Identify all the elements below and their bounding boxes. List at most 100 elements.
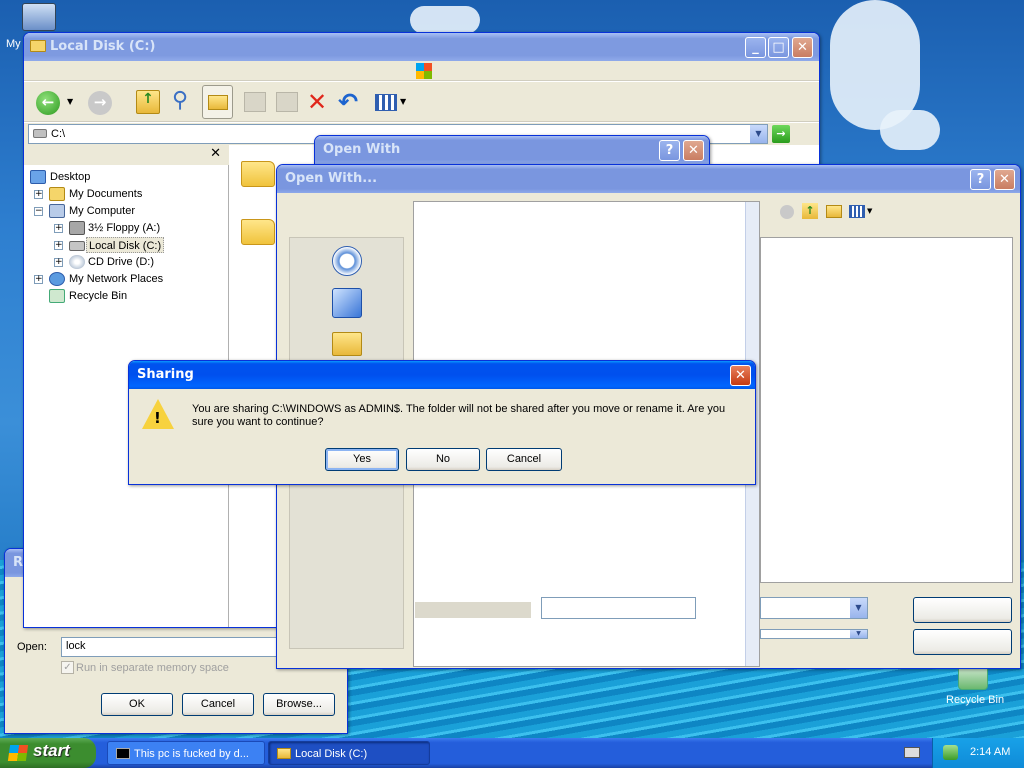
delete-icon[interactable]: ✕ (307, 88, 327, 116)
file-type-select-2[interactable]: ▼ (760, 629, 868, 639)
tree-item-recycle-bin[interactable]: Recycle Bin (69, 288, 127, 304)
tree-item-my-computer[interactable]: My Computer (69, 203, 135, 219)
folder-icon[interactable] (241, 219, 275, 245)
copy-to-icon[interactable] (276, 92, 298, 112)
back-icon[interactable] (780, 205, 794, 219)
taskbar-item-cmd[interactable]: This pc is fucked by d... (107, 741, 265, 765)
views-dropdown-icon[interactable]: ▼ (400, 97, 406, 106)
help-button[interactable]: ? (970, 169, 991, 190)
views-dropdown-icon[interactable]: ▼ (867, 207, 872, 215)
maximize-button[interactable]: □ (768, 37, 789, 58)
run-browse-button[interactable]: Browse... (263, 693, 335, 716)
views-icon[interactable] (375, 94, 397, 111)
cancel-button[interactable]: Cancel (486, 448, 562, 471)
cancel-button[interactable] (913, 629, 1012, 655)
sharing-message: You are sharing C:\WINDOWS as ADMIN$. Th… (192, 403, 726, 428)
folders-pane-header: ✕ (24, 145, 229, 165)
expand-icon[interactable]: + (54, 258, 63, 267)
move-to-icon[interactable] (244, 92, 266, 112)
cd-drive-icon (69, 255, 85, 269)
undo-icon[interactable]: ↶ (338, 88, 358, 116)
keyboard-icon[interactable] (904, 747, 920, 758)
taskbar: start This pc is fucked by d... Local Di… (0, 738, 1024, 768)
file-type-select[interactable]: ▼ (760, 597, 868, 619)
network-icon[interactable] (943, 745, 958, 760)
hard-drive-icon (69, 241, 85, 251)
expand-icon[interactable]: + (54, 224, 63, 233)
help-button[interactable]: ? (659, 140, 680, 161)
go-arrow-icon[interactable]: → (772, 125, 790, 143)
recycle-bin-icon (49, 289, 65, 303)
back-icon[interactable]: ← (36, 91, 60, 115)
file-list[interactable] (760, 237, 1013, 583)
open-with-title-bar[interactable]: Open With... ? ✕ (277, 165, 1020, 193)
tree-item-desktop[interactable]: Desktop (50, 169, 90, 185)
chevron-down-icon[interactable]: ▼ (850, 598, 867, 618)
address-dropdown-icon[interactable]: ▼ (750, 125, 767, 143)
close-button[interactable]: ✕ (994, 169, 1015, 190)
yes-button[interactable]: Yes (325, 448, 399, 471)
expand-icon[interactable]: + (54, 241, 63, 250)
up-folder-icon[interactable]: ↑ (802, 203, 818, 219)
clock[interactable]: 2:14 AM (970, 746, 1010, 758)
run-ok-button[interactable]: OK (101, 693, 173, 716)
expand-icon[interactable]: + (34, 275, 43, 284)
wallpaper-cloud (880, 110, 940, 150)
sharing-dialog: Sharing ✕ ! You are sharing C:\WINDOWS a… (128, 360, 756, 485)
back-dropdown-icon[interactable]: ▼ (67, 97, 73, 106)
folders-button[interactable] (202, 85, 233, 119)
desktop-place-icon[interactable] (332, 288, 362, 318)
run-open-label: Open: (17, 641, 47, 653)
explorer-title: Local Disk (C:) (50, 39, 156, 54)
folder-icon[interactable] (241, 161, 275, 187)
floppy-icon (69, 221, 85, 235)
open-with-back-title: Open With (323, 142, 401, 157)
minimize-button[interactable]: _ (745, 37, 766, 58)
run-separate-memory-checkbox[interactable]: ✓ (61, 661, 74, 674)
file-name-label-placeholder (415, 602, 531, 618)
sharing-title: Sharing (137, 367, 194, 382)
tree-item-network-places[interactable]: My Network Places (69, 271, 163, 287)
start-label: start (33, 741, 70, 760)
taskbar-item-label: This pc is fucked by d... (134, 748, 249, 760)
up-folder-icon[interactable]: ↑ (136, 90, 160, 114)
my-computer-desktop-icon[interactable] (22, 3, 56, 31)
windows-logo-icon (416, 63, 432, 79)
folder-icon (277, 748, 291, 759)
file-name-input[interactable] (541, 597, 696, 619)
recent-documents-icon[interactable] (332, 246, 362, 276)
chevron-down-icon[interactable]: ▼ (850, 630, 867, 638)
close-button[interactable]: ✕ (792, 37, 813, 58)
run-cancel-button[interactable]: Cancel (182, 693, 254, 716)
taskbar-item-label: Local Disk (C:) (295, 748, 368, 760)
desktop-icon (30, 170, 46, 184)
menu-bar (24, 61, 819, 81)
tree-item-local-disk[interactable]: Local Disk (C:) (86, 237, 165, 253)
sharing-title-bar[interactable]: Sharing ✕ (129, 361, 755, 389)
new-folder-icon[interactable] (826, 205, 842, 218)
tree-item-floppy[interactable]: 3½ Floppy (A:) (88, 220, 160, 236)
explorer-title-bar[interactable]: Local Disk (C:) _ □ ✕ (24, 33, 819, 61)
my-documents-icon (49, 187, 65, 201)
open-with-back-title-bar[interactable]: Open With ? ✕ (315, 136, 709, 164)
forward-icon[interactable]: → (88, 91, 112, 115)
views-icon[interactable] (849, 205, 865, 218)
search-icon[interactable]: ⚲ (172, 89, 196, 115)
tree-item-my-documents[interactable]: My Documents (69, 186, 142, 202)
close-button[interactable]: ✕ (683, 140, 704, 161)
close-button[interactable]: ✕ (730, 365, 751, 386)
no-button[interactable]: No (406, 448, 480, 471)
my-documents-place-icon[interactable] (332, 332, 362, 356)
wallpaper-cloud (410, 6, 480, 34)
collapse-icon[interactable]: − (34, 207, 43, 216)
expand-icon[interactable]: + (34, 190, 43, 199)
address-text: C:\ (51, 128, 66, 140)
start-button[interactable]: start (0, 738, 96, 768)
open-button[interactable] (913, 597, 1012, 623)
run-separate-memory-label: Run in separate memory space (76, 662, 229, 674)
tree-item-cd-drive[interactable]: CD Drive (D:) (88, 254, 154, 270)
taskbar-item-local-disk[interactable]: Local Disk (C:) (268, 741, 430, 765)
close-pane-icon[interactable]: ✕ (210, 146, 221, 161)
drive-icon (33, 129, 47, 138)
run-title: R (13, 555, 24, 570)
